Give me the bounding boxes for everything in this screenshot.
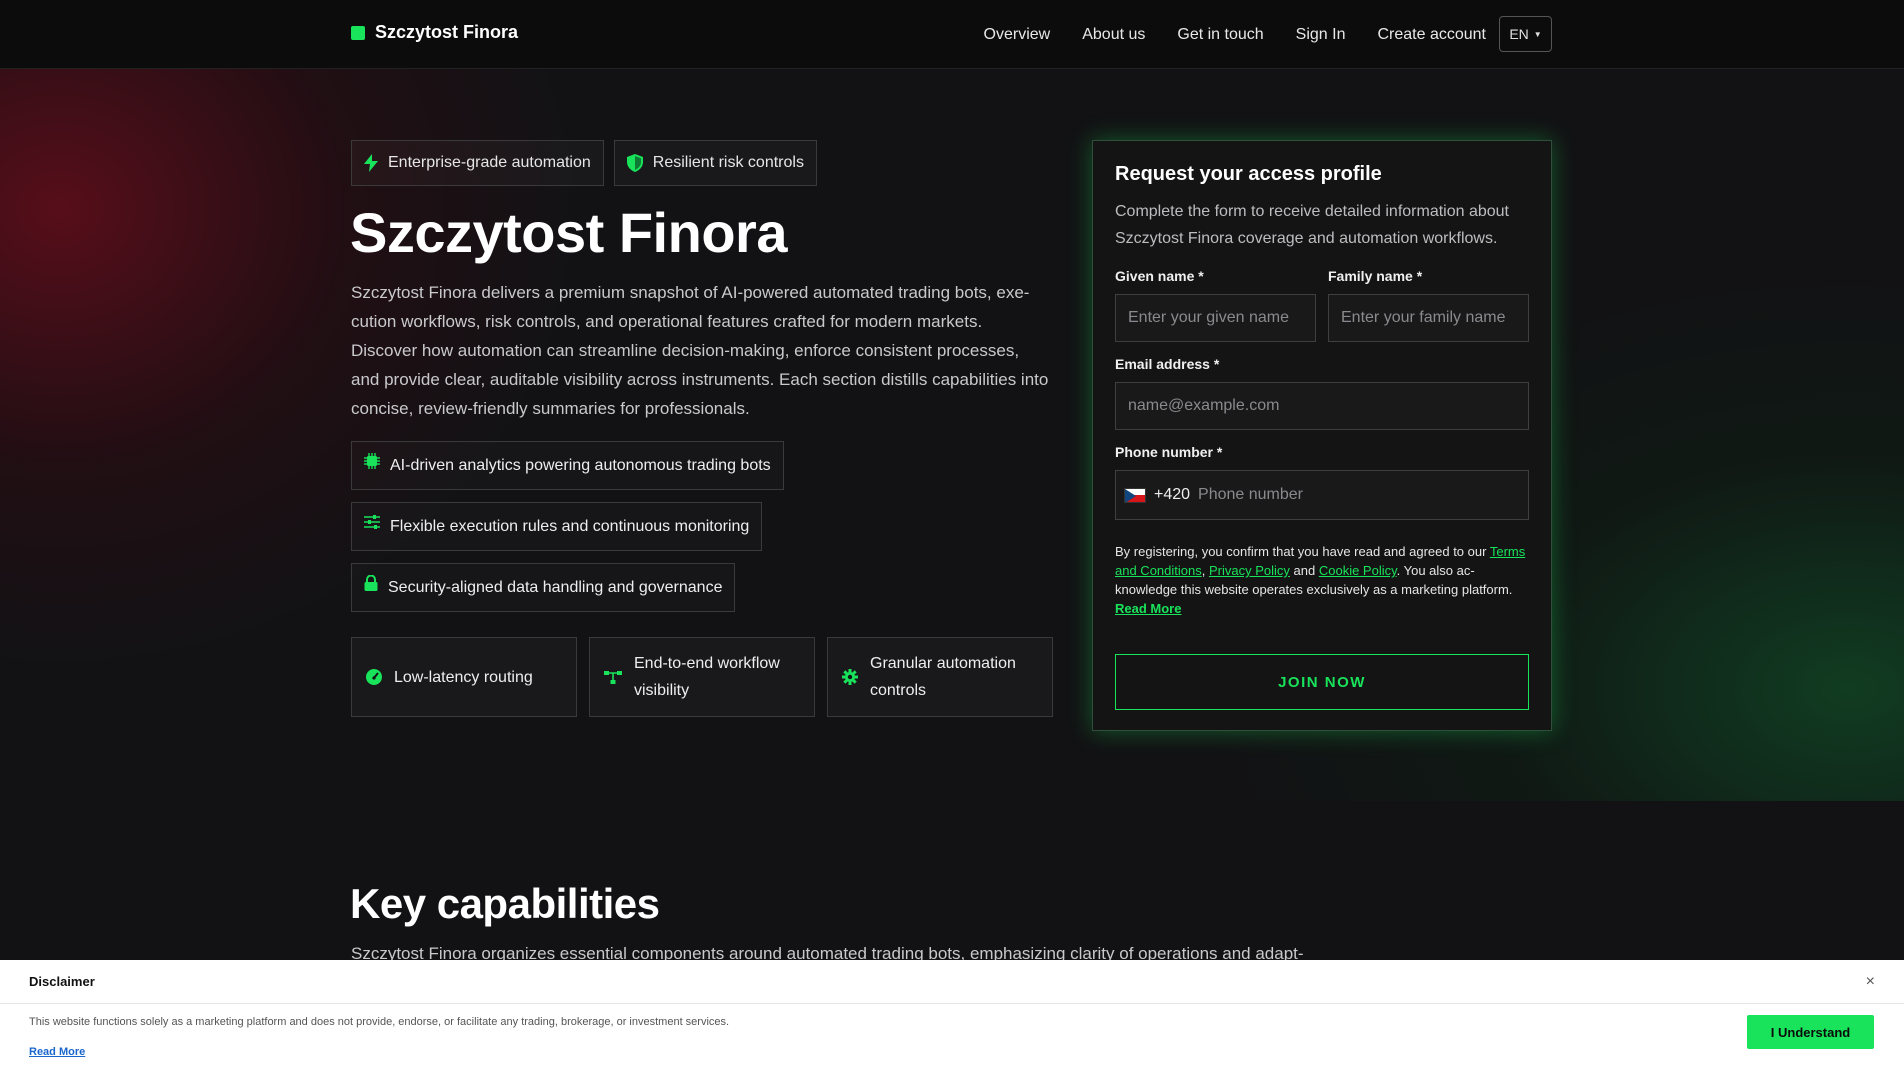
gear-icon bbox=[842, 669, 858, 685]
phone-field: +420 bbox=[1115, 470, 1529, 520]
card-label: End-to-end workflow visibility bbox=[634, 655, 780, 699]
phone-input[interactable] bbox=[1198, 471, 1520, 519]
phone-dial-code: +420 bbox=[1154, 486, 1191, 503]
access-request-form: Request your access profile Complete the… bbox=[1092, 140, 1552, 731]
language-selector[interactable]: EN ▼ bbox=[1499, 16, 1552, 52]
brand-logo[interactable]: Szczytost Finora bbox=[351, 22, 518, 43]
nav-sign-in[interactable]: Sign In bbox=[1296, 26, 1346, 44]
form-subtitle: Complete the form to receive detailed in… bbox=[1115, 203, 1509, 247]
read-more-link[interactable]: Read More bbox=[1115, 601, 1181, 616]
nav-overview[interactable]: Overview bbox=[984, 26, 1051, 44]
disclaimer-read-more-link[interactable]: Read More bbox=[29, 1046, 85, 1058]
consent-prefix: By registering, you confirm that you hav… bbox=[1115, 544, 1487, 559]
feature-label: AI-driven analytics powering autonomous … bbox=[390, 456, 771, 474]
disclaimer-title: Disclaimer bbox=[29, 974, 95, 989]
feature-item: Flexible execution rules and continuous … bbox=[351, 502, 763, 551]
feature-item: Security-aligned data handling and gover… bbox=[351, 563, 736, 612]
card-low-latency: Low-latency routing bbox=[351, 637, 577, 717]
phone-label: Phone number * bbox=[1115, 444, 1223, 460]
i-understand-button[interactable]: I Understand bbox=[1747, 1015, 1874, 1049]
bolt-icon bbox=[364, 154, 378, 172]
feature-item: AI-driven analytics powering autonomous … bbox=[351, 441, 784, 490]
sliders-icon bbox=[364, 514, 380, 530]
main-nav: Overview About us Get in touch Sign In C… bbox=[984, 0, 1486, 69]
card-label: Low-latency routing bbox=[394, 668, 533, 686]
caret-down-icon: ▼ bbox=[1533, 29, 1542, 39]
badge-label: Resilient risk controls bbox=[652, 154, 804, 171]
language-label: EN bbox=[1509, 26, 1529, 42]
feature-label: Security-aligned data handling and gover… bbox=[388, 578, 723, 596]
section-background bbox=[0, 801, 1904, 961]
feature-list: AI-driven analytics powering autonomous … bbox=[351, 441, 784, 612]
feature-label: Flexible execution rules and continuous … bbox=[390, 517, 750, 535]
lock-icon bbox=[364, 574, 378, 591]
capabilities-title: Key capabilities bbox=[350, 880, 660, 927]
given-name-input[interactable] bbox=[1115, 294, 1316, 342]
cookie-link[interactable]: Cookie Policy bbox=[1319, 563, 1397, 578]
consent-and: and bbox=[1293, 563, 1316, 578]
gauge-icon bbox=[366, 669, 382, 685]
close-icon[interactable]: × bbox=[1866, 973, 1875, 991]
family-name-label: Family name * bbox=[1328, 268, 1423, 284]
capability-cards: Low-latency routing End-to-end workflow … bbox=[351, 637, 1053, 717]
nav-create-account[interactable]: Create account bbox=[1377, 26, 1486, 44]
nav-about-us[interactable]: About us bbox=[1082, 26, 1145, 44]
hero-badges: Enterprise-grade automation Resilient ri… bbox=[351, 140, 817, 186]
hero-description: Szczytost Finora delivers a premium snap… bbox=[351, 283, 1049, 418]
badge-label: Enterprise-grade automation bbox=[388, 154, 591, 171]
chip-icon bbox=[364, 452, 380, 469]
given-name-label: Given name * bbox=[1115, 268, 1204, 284]
family-name-input[interactable] bbox=[1328, 294, 1529, 342]
form-title: Request your access profile bbox=[1115, 163, 1382, 185]
shield-icon bbox=[626, 154, 643, 172]
brand-square-icon bbox=[351, 25, 365, 40]
consent-text: By registering, you confirm that you hav… bbox=[1115, 544, 1526, 616]
disclaimer-banner: Disclaimer × This website functions sole… bbox=[0, 960, 1904, 1078]
czech-flag-icon[interactable] bbox=[1124, 487, 1146, 503]
badge-automation: Enterprise-grade automation bbox=[351, 140, 604, 186]
badge-risk-controls: Resilient risk controls bbox=[613, 140, 817, 186]
email-label: Email address * bbox=[1115, 356, 1220, 372]
privacy-link[interactable]: Privacy Policy bbox=[1209, 563, 1290, 578]
hero-title: Szczytost Finora bbox=[350, 201, 787, 264]
disclaimer-text: This website functions solely as a marke… bbox=[29, 1016, 730, 1028]
top-navbar: Szczytost Finora Overview About us Get i… bbox=[0, 0, 1904, 69]
card-automation-controls: Granular automation controls bbox=[827, 637, 1053, 717]
card-label: Granular automation controls bbox=[870, 655, 1016, 699]
card-workflow: End-to-end workflow visibility bbox=[589, 637, 815, 717]
nav-get-in-touch[interactable]: Get in touch bbox=[1177, 26, 1263, 44]
email-input[interactable] bbox=[1115, 382, 1529, 430]
brand-name: Szczytost Finora bbox=[375, 22, 519, 42]
workflow-icon bbox=[604, 669, 622, 685]
join-now-button[interactable]: JOIN NOW bbox=[1115, 654, 1529, 710]
